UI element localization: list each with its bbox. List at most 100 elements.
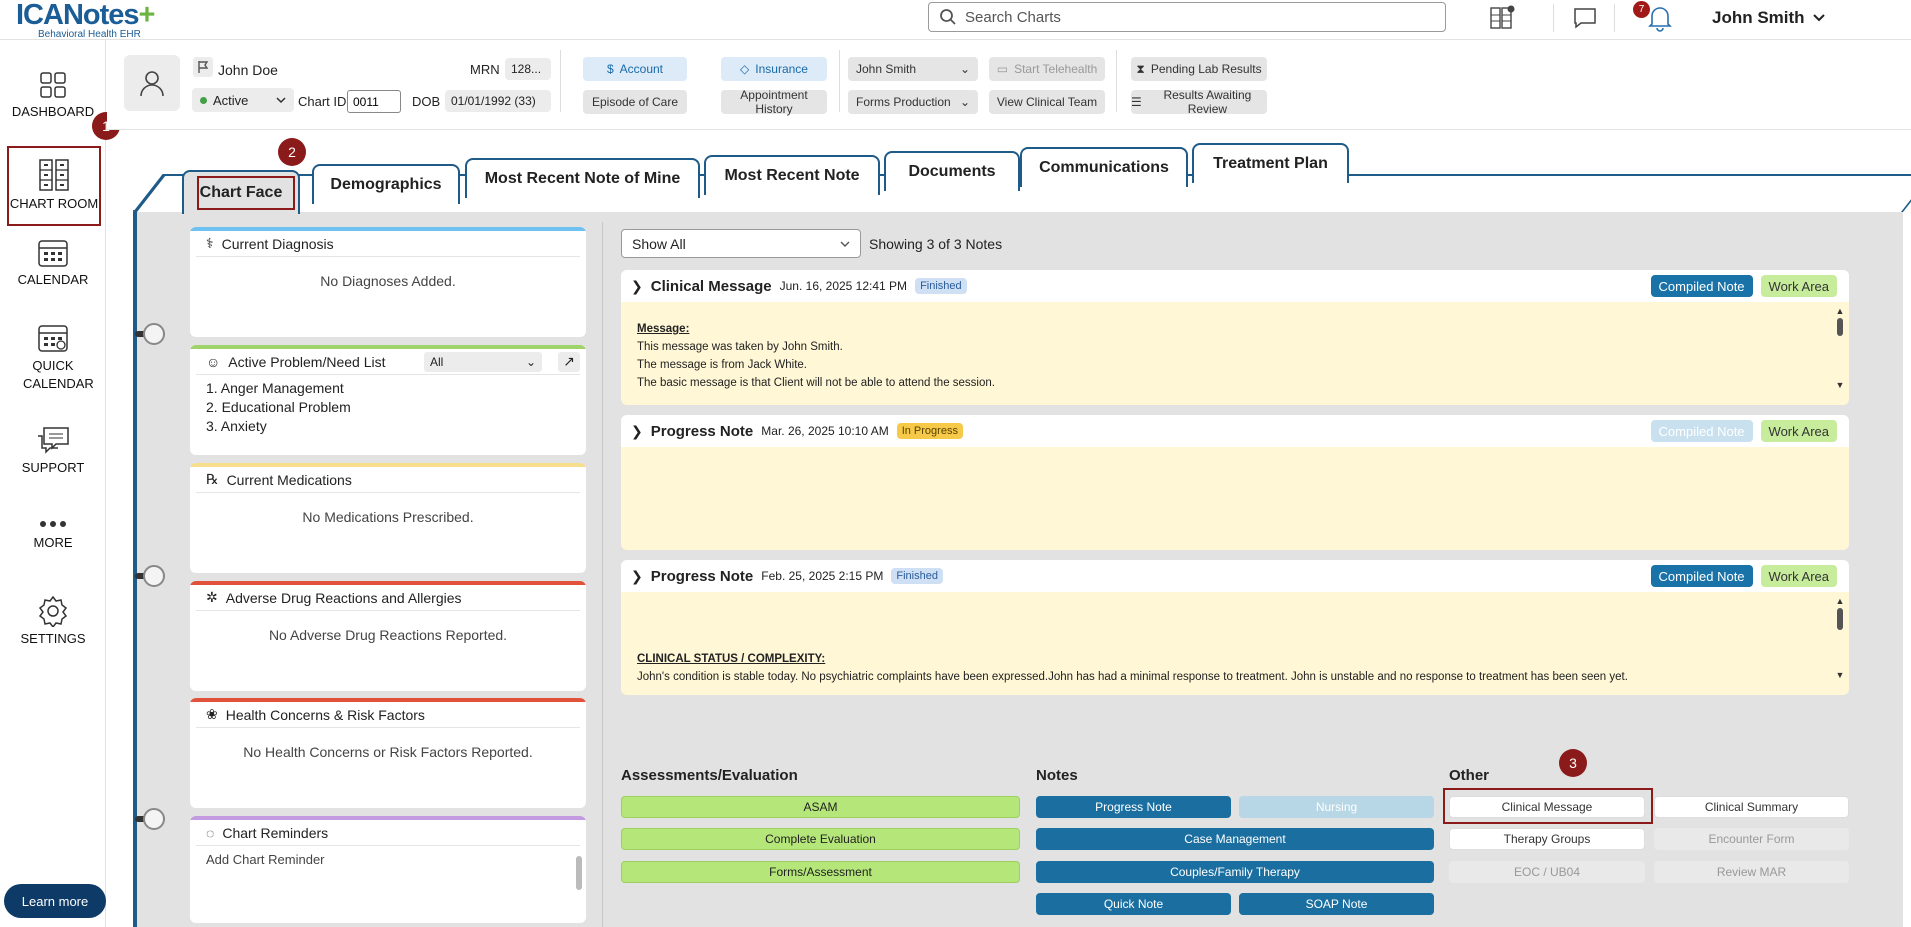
progress-note-button[interactable]: Progress Note: [1036, 796, 1231, 818]
mrn-value: 128...: [505, 58, 551, 80]
note-body-line: The message is from Jack White.: [637, 359, 807, 371]
chart-cabinet-button[interactable]: [1486, 3, 1518, 33]
health-empty: No Health Concerns or Risk Factors Repor…: [243, 744, 533, 760]
note-header[interactable]: ❯ Clinical Message Jun. 16, 2025 12:41 P…: [621, 270, 1849, 302]
sidebar-item-settings[interactable]: SETTINGS: [0, 595, 106, 646]
logo-text: ICANotes: [16, 0, 140, 31]
sidebar-item-quick-calendar[interactable]: QUICK CALENDAR: [0, 323, 106, 393]
chevron-down-icon: [1812, 14, 1825, 22]
forms-assessment-button[interactable]: Forms/Assessment: [621, 861, 1020, 883]
search-bar[interactable]: [928, 2, 1446, 32]
tab-demographics[interactable]: Demographics: [312, 164, 460, 204]
work-area-button[interactable]: Work Area: [1760, 420, 1837, 442]
reminders-scrollbar[interactable]: [576, 856, 582, 890]
note-scrollbar[interactable]: ▲ ▼: [1835, 306, 1845, 402]
asam-button[interactable]: ASAM: [621, 796, 1020, 818]
work-area-button[interactable]: Work Area: [1760, 275, 1837, 297]
account-button[interactable]: $ Account: [583, 57, 687, 81]
sidebar-item-label: QUICK CALENDAR: [23, 358, 94, 391]
header-separator: [560, 50, 561, 112]
patient-status-select[interactable]: Active: [192, 88, 294, 112]
start-telehealth-button[interactable]: ▭ Start Telehealth: [989, 57, 1105, 81]
toolbar-separator: [1614, 4, 1615, 32]
couples-family-therapy-button[interactable]: Couples/Family Therapy: [1036, 861, 1434, 883]
forms-production-select[interactable]: Forms Production ⌄: [848, 90, 978, 114]
eoc-ub04-button[interactable]: EOC / UB04: [1449, 861, 1645, 883]
note-scrollbar[interactable]: ▲ ▼: [1835, 596, 1845, 692]
sidebar-item-label: SUPPORT: [21, 460, 85, 475]
open-external-button[interactable]: ↗: [558, 351, 580, 372]
adverse-title: Adverse Drug Reactions and Allergies: [225, 589, 462, 606]
chevron-down-icon: ⌄: [525, 354, 536, 369]
chart-id-field[interactable]: [347, 90, 401, 113]
provider-select[interactable]: John Smith ⌄: [848, 57, 978, 81]
chevron-right-icon[interactable]: ❯: [631, 278, 643, 295]
tab-treatment-plan[interactable]: Treatment Plan: [1192, 143, 1349, 183]
view-clinical-team-button[interactable]: View Clinical Team: [989, 90, 1105, 114]
provider-name: John Smith: [856, 62, 917, 76]
bell-icon: [1648, 7, 1672, 32]
tab-most-recent-note[interactable]: Most Recent Note: [704, 155, 880, 195]
learn-more-button[interactable]: Learn more: [4, 884, 106, 918]
user-menu[interactable]: John Smith: [1712, 8, 1825, 28]
sidebar-item-chart-room[interactable]: CHART ROOM: [7, 146, 101, 226]
encounter-form-button[interactable]: Encounter Form: [1654, 828, 1849, 850]
problem-filter-select[interactable]: All ⌄: [424, 351, 542, 372]
list-item: 3. Anxiety: [206, 418, 267, 434]
tab-most-recent-note-of-mine[interactable]: Most Recent Note of Mine: [465, 158, 700, 198]
search-input[interactable]: [965, 8, 1415, 26]
note-header[interactable]: ❯ Progress Note Feb. 25, 2025 2:15 PM Fi…: [621, 560, 1849, 592]
case-management-button[interactable]: Case Management: [1036, 828, 1434, 850]
note-body: Message: This message was taken by John …: [621, 302, 1849, 400]
nursing-button[interactable]: Nursing: [1239, 796, 1434, 818]
sidebar-item-label: MORE: [33, 535, 73, 550]
compiled-note-button[interactable]: Compiled Note: [1650, 565, 1753, 587]
panel-title: ⚕ Current Diagnosis: [196, 231, 580, 257]
problem-list: 1. Anger Management 2. Educational Probl…: [190, 375, 586, 440]
sidebar-item-more[interactable]: MORE: [0, 517, 106, 550]
compiled-note-button[interactable]: Compiled Note: [1650, 275, 1753, 297]
compiled-note-button[interactable]: Compiled Note: [1650, 420, 1753, 442]
notes-filter-value: Show All: [632, 235, 686, 252]
patient-header: John Doe Active Chart ID MRN 128... DOB …: [107, 40, 1911, 130]
stethoscope-icon: ⚕: [206, 235, 214, 251]
work-area-button[interactable]: Work Area: [1760, 565, 1837, 587]
note-title: Clinical Message: [650, 277, 772, 295]
chat-support-icon: [38, 427, 69, 454]
logo[interactable]: ICANotes+ Behavioral Health EHR: [16, 0, 156, 40]
note-header[interactable]: ❯ Progress Note Mar. 26, 2025 10:10 AM I…: [621, 415, 1849, 447]
sidebar-item-calendar[interactable]: CALENDAR: [0, 238, 106, 287]
sidebar-item-label: CALENDAR: [17, 272, 89, 287]
chevron-right-icon[interactable]: ❯: [631, 423, 643, 440]
tab-communications[interactable]: Communications: [1020, 147, 1188, 187]
flag-button[interactable]: [193, 57, 213, 77]
logo-subtitle: Behavioral Health EHR: [38, 29, 141, 40]
note-card: ❯ Clinical Message Jun. 16, 2025 12:41 P…: [621, 270, 1849, 405]
quick-note-button[interactable]: Quick Note: [1036, 893, 1231, 915]
appointment-history-button[interactable]: Appointment History: [721, 88, 827, 116]
complete-evaluation-button[interactable]: Complete Evaluation: [621, 828, 1020, 850]
adverse-reactions-panel: ✲ Adverse Drug Reactions and Allergies No…: [190, 581, 586, 691]
diagnosis-title: Current Diagnosis: [221, 235, 334, 252]
sidebar-item-dashboard[interactable]: DASHBOARD: [0, 70, 106, 119]
soap-note-button[interactable]: SOAP Note: [1239, 893, 1434, 915]
note-date: Feb. 25, 2025 2:15 PM: [761, 569, 884, 583]
avatar[interactable]: [124, 55, 180, 111]
messages-button[interactable]: [1569, 3, 1601, 33]
patient-status: Active: [213, 92, 249, 108]
sidebar-item-support[interactable]: SUPPORT: [0, 426, 106, 475]
dashboard-icon: [40, 72, 66, 98]
episode-of-care-button[interactable]: Episode of Care: [583, 90, 687, 114]
notes-filter-select[interactable]: Show All: [621, 229, 861, 258]
insurance-button[interactable]: ◇ Insurance: [721, 57, 827, 81]
more-dots-icon: [40, 521, 66, 527]
pending-lab-results-button[interactable]: ⧗ Pending Lab Results: [1131, 57, 1267, 81]
therapy-groups-button[interactable]: Therapy Groups: [1449, 828, 1645, 850]
results-awaiting-review-button[interactable]: ☰ Results Awaiting Review: [1131, 88, 1267, 116]
review-mar-button[interactable]: Review MAR: [1654, 861, 1849, 883]
clinical-summary-button[interactable]: Clinical Summary: [1654, 796, 1849, 818]
tab-documents[interactable]: Documents: [884, 151, 1020, 191]
add-reminder-field[interactable]: Add Chart Reminder: [190, 846, 586, 873]
chevron-right-icon[interactable]: ❯: [631, 568, 643, 585]
logo-plus: +: [138, 0, 156, 31]
